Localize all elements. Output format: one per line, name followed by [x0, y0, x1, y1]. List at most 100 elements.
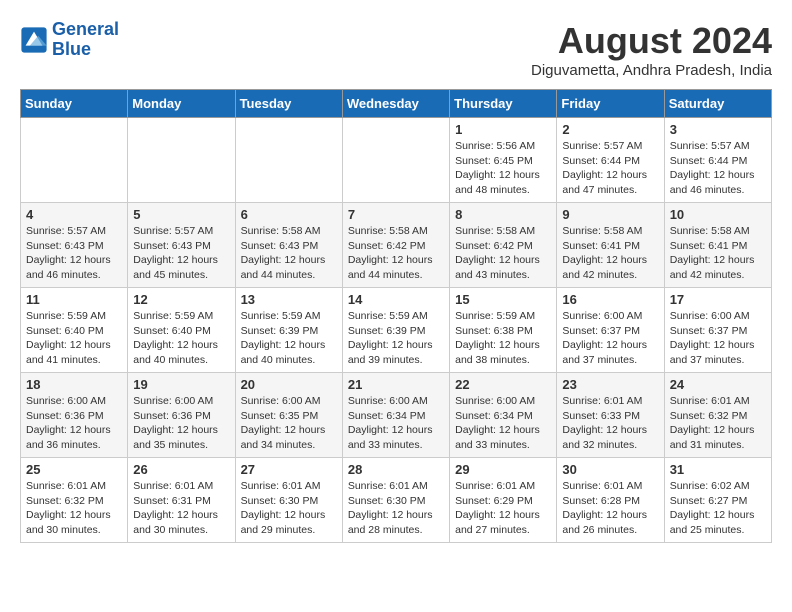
- calendar-cell: 21 Sunrise: 6:00 AM Sunset: 6:34 PM Dayli…: [342, 373, 449, 458]
- calendar-cell: 13Sunrise: 5:59 AM Sunset: 6:39 PM Dayli…: [235, 288, 342, 373]
- calendar-cell: 4Sunrise: 5:57 AM Sunset: 6:43 PM Daylig…: [21, 203, 128, 288]
- day-info: Sunrise: 5:57 AM Sunset: 6:44 PM Dayligh…: [562, 139, 658, 198]
- calendar-cell: 24 Sunrise: 6:01 AM Sunset: 6:32 PM Dayli…: [664, 373, 771, 458]
- day-number: 5: [133, 207, 229, 222]
- day-number: 2: [562, 122, 658, 137]
- col-header-sunday: Sunday: [21, 90, 128, 118]
- day-info: Sunrise: 5:58 AM Sunset: 6:42 PM Dayligh…: [348, 224, 444, 283]
- location: Diguvametta, Andhra Pradesh, India: [531, 62, 772, 79]
- calendar-cell: 8Sunrise: 5:58 AM Sunset: 6:42 PM Daylig…: [450, 203, 557, 288]
- day-info: Sunrise: 5:57 AM Sunset: 6:43 PM Dayligh…: [26, 224, 122, 283]
- logo-text: General Blue: [52, 20, 119, 60]
- day-number: 1: [455, 122, 551, 137]
- day-info: Sunrise: 6:01 AM Sunset: 6:32 PM Dayligh…: [26, 479, 122, 538]
- day-info: Sunrise: 5:56 AM Sunset: 6:45 PM Dayligh…: [455, 139, 551, 198]
- calendar-cell: 30Sunrise: 6:01 AM Sunset: 6:28 PM Dayli…: [557, 458, 664, 543]
- logo-general: General: [52, 19, 119, 39]
- calendar-week-3: 11Sunrise: 5:59 AM Sunset: 6:40 PM Dayli…: [21, 288, 772, 373]
- calendar-cell: 28 Sunrise: 6:01 AM Sunset: 6:30 PM Dayli…: [342, 458, 449, 543]
- calendar: SundayMondayTuesdayWednesdayThursdayFrid…: [20, 89, 772, 543]
- day-number: 19: [133, 377, 229, 392]
- page-header: General Blue August 2024 Diguvametta, An…: [20, 20, 772, 79]
- calendar-cell: 29 Sunrise: 6:01 AM Sunset: 6:29 PM Dayli…: [450, 458, 557, 543]
- day-number: 27: [241, 462, 337, 477]
- day-info: Sunrise: 5:57 AM Sunset: 6:43 PM Dayligh…: [133, 224, 229, 283]
- calendar-cell: [21, 118, 128, 203]
- calendar-cell: 3Sunrise: 5:57 AM Sunset: 6:44 PM Daylig…: [664, 118, 771, 203]
- day-info: Sunrise: 5:59 AM Sunset: 6:40 PM Dayligh…: [133, 309, 229, 368]
- day-number: 10: [670, 207, 766, 222]
- logo-icon: [20, 26, 48, 54]
- day-info: Sunrise: 6:00 AM Sunset: 6:35 PM Dayligh…: [241, 394, 337, 453]
- calendar-cell: 7 Sunrise: 5:58 AM Sunset: 6:42 PM Daylig…: [342, 203, 449, 288]
- day-info: Sunrise: 6:01 AM Sunset: 6:28 PM Dayligh…: [562, 479, 658, 538]
- day-number: 22: [455, 377, 551, 392]
- day-number: 24: [670, 377, 766, 392]
- day-info: Sunrise: 6:00 AM Sunset: 6:36 PM Dayligh…: [26, 394, 122, 453]
- calendar-cell: 17Sunrise: 6:00 AM Sunset: 6:37 PM Dayli…: [664, 288, 771, 373]
- calendar-cell: 15 Sunrise: 5:59 AM Sunset: 6:38 PM Dayli…: [450, 288, 557, 373]
- day-number: 26: [133, 462, 229, 477]
- day-info: Sunrise: 5:59 AM Sunset: 6:39 PM Dayligh…: [348, 309, 444, 368]
- col-header-friday: Friday: [557, 90, 664, 118]
- day-number: 20: [241, 377, 337, 392]
- calendar-cell: 25 Sunrise: 6:01 AM Sunset: 6:32 PM Dayli…: [21, 458, 128, 543]
- month-year: August 2024: [531, 20, 772, 62]
- day-info: Sunrise: 5:59 AM Sunset: 6:38 PM Dayligh…: [455, 309, 551, 368]
- calendar-week-1: 1 Sunrise: 5:56 AM Sunset: 6:45 PM Daylig…: [21, 118, 772, 203]
- col-header-thursday: Thursday: [450, 90, 557, 118]
- day-info: Sunrise: 5:58 AM Sunset: 6:43 PM Dayligh…: [241, 224, 337, 283]
- calendar-cell: 14 Sunrise: 5:59 AM Sunset: 6:39 PM Dayli…: [342, 288, 449, 373]
- calendar-cell: 19 Sunrise: 6:00 AM Sunset: 6:36 PM Dayli…: [128, 373, 235, 458]
- col-header-wednesday: Wednesday: [342, 90, 449, 118]
- day-info: Sunrise: 6:01 AM Sunset: 6:33 PM Dayligh…: [562, 394, 658, 453]
- calendar-cell: 20 Sunrise: 6:00 AM Sunset: 6:35 PM Dayli…: [235, 373, 342, 458]
- day-number: 13: [241, 292, 337, 307]
- calendar-header-row: SundayMondayTuesdayWednesdayThursdayFrid…: [21, 90, 772, 118]
- day-info: Sunrise: 6:00 AM Sunset: 6:36 PM Dayligh…: [133, 394, 229, 453]
- day-number: 15: [455, 292, 551, 307]
- day-number: 8: [455, 207, 551, 222]
- day-info: Sunrise: 6:01 AM Sunset: 6:30 PM Dayligh…: [241, 479, 337, 538]
- day-info: Sunrise: 6:00 AM Sunset: 6:37 PM Dayligh…: [562, 309, 658, 368]
- calendar-cell: 1 Sunrise: 5:56 AM Sunset: 6:45 PM Daylig…: [450, 118, 557, 203]
- calendar-cell: [235, 118, 342, 203]
- day-info: Sunrise: 6:01 AM Sunset: 6:32 PM Dayligh…: [670, 394, 766, 453]
- day-info: Sunrise: 6:01 AM Sunset: 6:30 PM Dayligh…: [348, 479, 444, 538]
- calendar-cell: 5 Sunrise: 5:57 AM Sunset: 6:43 PM Daylig…: [128, 203, 235, 288]
- col-header-saturday: Saturday: [664, 90, 771, 118]
- calendar-week-5: 25 Sunrise: 6:01 AM Sunset: 6:32 PM Dayli…: [21, 458, 772, 543]
- day-number: 29: [455, 462, 551, 477]
- day-number: 25: [26, 462, 122, 477]
- calendar-cell: 22 Sunrise: 6:00 AM Sunset: 6:34 PM Dayli…: [450, 373, 557, 458]
- calendar-cell: 2 Sunrise: 5:57 AM Sunset: 6:44 PM Daylig…: [557, 118, 664, 203]
- day-number: 18: [26, 377, 122, 392]
- calendar-cell: 26 Sunrise: 6:01 AM Sunset: 6:31 PM Dayli…: [128, 458, 235, 543]
- calendar-cell: 27 Sunrise: 6:01 AM Sunset: 6:30 PM Dayli…: [235, 458, 342, 543]
- day-info: Sunrise: 6:01 AM Sunset: 6:29 PM Dayligh…: [455, 479, 551, 538]
- day-info: Sunrise: 6:00 AM Sunset: 6:34 PM Dayligh…: [455, 394, 551, 453]
- calendar-cell: 6Sunrise: 5:58 AM Sunset: 6:43 PM Daylig…: [235, 203, 342, 288]
- calendar-cell: 12Sunrise: 5:59 AM Sunset: 6:40 PM Dayli…: [128, 288, 235, 373]
- title-block: August 2024 Diguvametta, Andhra Pradesh,…: [531, 20, 772, 79]
- day-number: 31: [670, 462, 766, 477]
- calendar-week-4: 18 Sunrise: 6:00 AM Sunset: 6:36 PM Dayli…: [21, 373, 772, 458]
- day-info: Sunrise: 5:58 AM Sunset: 6:41 PM Dayligh…: [562, 224, 658, 283]
- calendar-cell: 11Sunrise: 5:59 AM Sunset: 6:40 PM Dayli…: [21, 288, 128, 373]
- day-info: Sunrise: 6:01 AM Sunset: 6:31 PM Dayligh…: [133, 479, 229, 538]
- calendar-cell: 10Sunrise: 5:58 AM Sunset: 6:41 PM Dayli…: [664, 203, 771, 288]
- calendar-cell: 23Sunrise: 6:01 AM Sunset: 6:33 PM Dayli…: [557, 373, 664, 458]
- day-number: 28: [348, 462, 444, 477]
- calendar-cell: [128, 118, 235, 203]
- calendar-cell: 16Sunrise: 6:00 AM Sunset: 6:37 PM Dayli…: [557, 288, 664, 373]
- day-info: Sunrise: 6:00 AM Sunset: 6:34 PM Dayligh…: [348, 394, 444, 453]
- calendar-cell: [342, 118, 449, 203]
- col-header-monday: Monday: [128, 90, 235, 118]
- day-number: 17: [670, 292, 766, 307]
- day-number: 7: [348, 207, 444, 222]
- col-header-tuesday: Tuesday: [235, 90, 342, 118]
- logo: General Blue: [20, 20, 119, 60]
- day-number: 14: [348, 292, 444, 307]
- day-number: 21: [348, 377, 444, 392]
- day-number: 9: [562, 207, 658, 222]
